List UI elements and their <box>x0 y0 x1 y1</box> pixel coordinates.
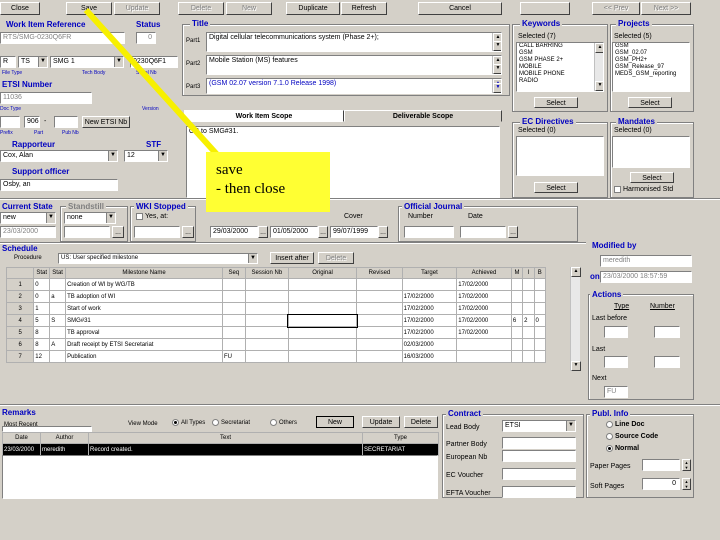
annotation-line1: save <box>216 162 243 178</box>
annotation-line2: - then close <box>216 181 286 197</box>
annotation-callout: save - then close <box>206 152 330 212</box>
annotation-arrow <box>83 7 225 163</box>
annotation-pointer-line <box>83 7 225 163</box>
